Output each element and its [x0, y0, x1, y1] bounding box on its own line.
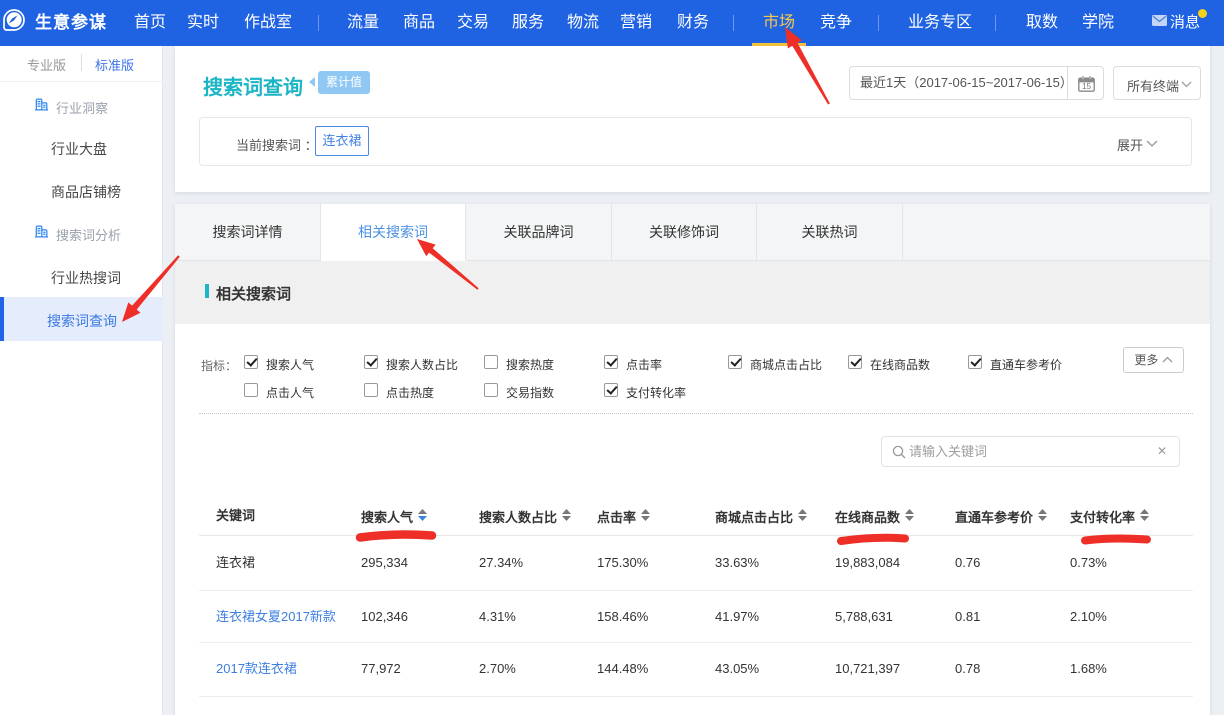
svg-text:15: 15: [1082, 82, 1092, 91]
